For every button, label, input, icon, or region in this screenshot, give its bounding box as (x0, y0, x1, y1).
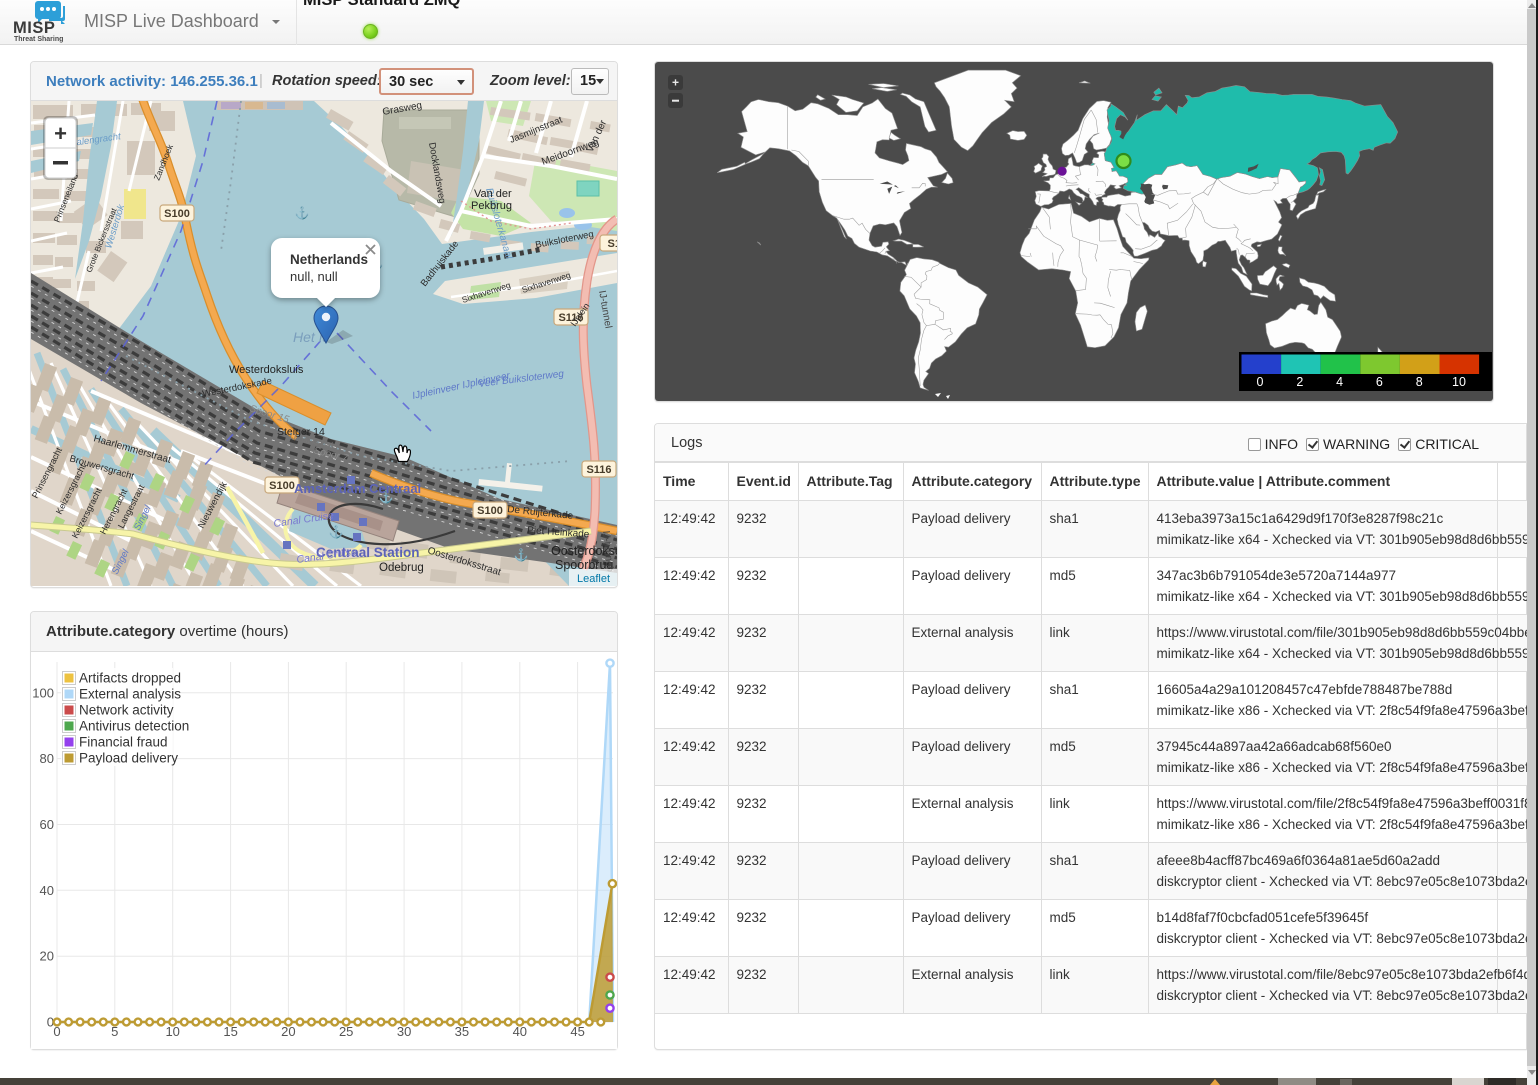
svg-text:External analysis: External analysis (79, 687, 181, 702)
svg-text:Payload delivery: Payload delivery (79, 751, 178, 766)
svg-text:S100: S100 (164, 208, 190, 220)
svg-text:S116: S116 (586, 464, 611, 476)
svg-text:2: 2 (1296, 375, 1303, 389)
svg-text:Westerdoksluis: Westerdoksluis (229, 364, 304, 376)
svg-text:Artifacts dropped: Artifacts dropped (79, 671, 181, 686)
svg-text:Network activity: Network activity (79, 703, 174, 718)
svg-text:60: 60 (40, 817, 54, 832)
svg-text:S11: S11 (608, 238, 617, 250)
svg-text:Threat Sharing: Threat Sharing (14, 36, 63, 43)
svg-text:⚓: ⚓ (514, 548, 529, 562)
svg-text:Amsterdam Centraal: Amsterdam Centraal (294, 481, 421, 496)
svg-text:8: 8 (1416, 375, 1423, 389)
svg-text:Netherlands: Netherlands (290, 252, 368, 267)
svg-text:4: 4 (1336, 375, 1343, 389)
svg-text:S100: S100 (477, 505, 503, 517)
svg-text:6: 6 (1376, 375, 1383, 389)
svg-text:null, null: null, null (290, 269, 338, 284)
svg-text:Odebrug: Odebrug (379, 562, 424, 574)
svg-text:20: 20 (40, 949, 54, 964)
svg-text:+: + (672, 76, 679, 90)
svg-text:0: 0 (1257, 375, 1264, 389)
svg-text:Leaflet: Leaflet (577, 573, 610, 585)
svg-text:Financial fraud: Financial fraud (79, 735, 168, 750)
svg-text:Antivirus detection: Antivirus detection (79, 719, 189, 734)
svg-text:S100: S100 (269, 480, 295, 492)
svg-text:100: 100 (32, 685, 54, 700)
svg-text:40: 40 (40, 883, 54, 898)
svg-text:10: 10 (1452, 375, 1466, 389)
svg-text:⚓: ⚓ (329, 525, 344, 539)
svg-text:MISP: MISP (13, 19, 55, 37)
svg-text:80: 80 (40, 751, 54, 766)
svg-text:⚓: ⚓ (295, 206, 310, 220)
svg-text:Van der: Van der (474, 188, 512, 200)
svg-text:Pekbrug: Pekbrug (471, 200, 512, 212)
svg-text:+: + (54, 121, 67, 146)
